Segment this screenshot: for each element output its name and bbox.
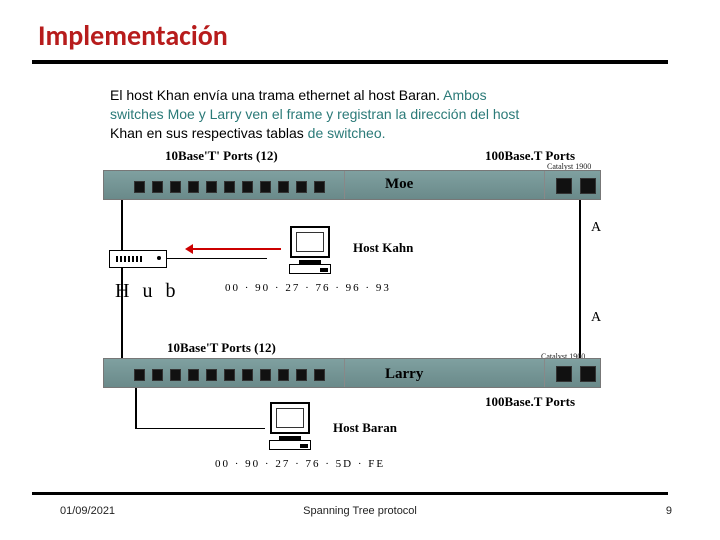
label-100base-bot: 100Base.T Ports	[485, 394, 575, 410]
link-a-bottom: A	[591, 310, 601, 326]
host-baran-label: Host Baran	[333, 420, 397, 436]
switch-name-larry: Larry	[385, 366, 423, 383]
host-kahn-label: Host Kahn	[353, 240, 413, 256]
desc-line3b: de switcheo.	[304, 125, 386, 141]
mac-baran: 00 · 90 · 27 · 76 · 5D · FE	[215, 458, 385, 470]
slide-description: El host Khan envía una trama ethernet al…	[110, 86, 630, 143]
cable-moe-hub	[121, 200, 123, 250]
cable-larry-baran-v	[135, 388, 137, 428]
desc-line1b: Ambos	[440, 87, 487, 103]
footer-rule	[32, 492, 668, 495]
title-rule	[32, 60, 668, 64]
switch-name-moe: Moe	[385, 176, 413, 193]
switch-larry	[103, 358, 601, 388]
host-baran-icon	[265, 402, 315, 450]
footer-page-number: 9	[666, 505, 672, 517]
hub-label: H u b	[115, 280, 179, 303]
desc-line1a: El host Khan envía una trama ethernet al…	[110, 87, 440, 103]
link-a-top: A	[591, 220, 601, 236]
cable-hub-kahn-stub	[167, 258, 267, 259]
label-10base-top: 10Base'T' Ports (12)	[165, 148, 278, 164]
slide-title: Implementación	[38, 18, 228, 53]
frame-arrow	[193, 248, 281, 250]
cable-right-vertical	[579, 200, 581, 358]
switch-moe	[103, 170, 601, 200]
host-kahn-icon	[285, 226, 335, 274]
hub-device	[109, 250, 167, 268]
mac-kahn: 00 · 90 · 27 · 76 · 96 · 93	[225, 282, 391, 294]
label-10base-bot: 10Base'T Ports (12)	[167, 340, 276, 356]
footer-title: Spanning Tree protocol	[0, 505, 720, 517]
cable-larry-baran-h	[135, 428, 265, 429]
desc-line3a: Khan en sus respectivas tablas	[110, 125, 304, 141]
network-diagram: 10Base'T' Ports (12) 100Base.T Ports Cat…	[85, 148, 645, 468]
desc-line2: switches Moe y Larry ven el frame y regi…	[110, 106, 519, 122]
